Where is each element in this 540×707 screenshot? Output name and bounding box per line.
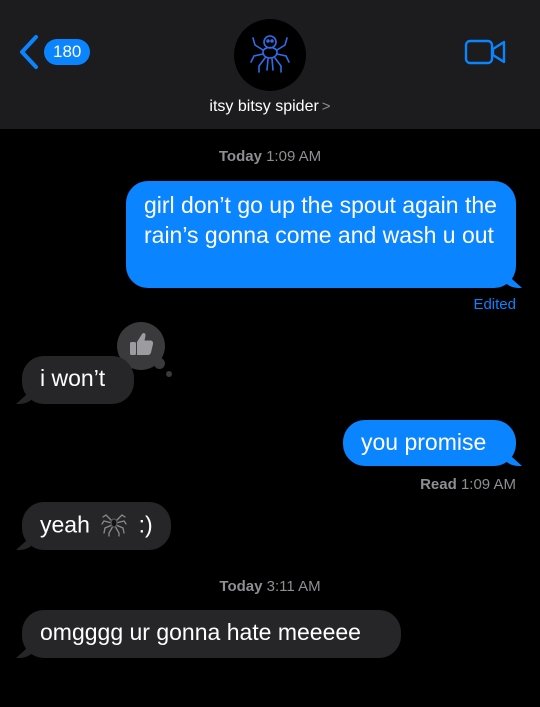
back-button[interactable]: 180 bbox=[18, 34, 91, 70]
message-text: yeah bbox=[40, 511, 90, 538]
contact-name: itsy bitsy spider bbox=[209, 98, 319, 115]
thumbs-up-icon bbox=[127, 330, 155, 363]
contact-name-button[interactable]: itsy bitsy spider > bbox=[0, 96, 540, 118]
timestamp: Today 1:09 AM bbox=[0, 148, 540, 165]
tapback-tail bbox=[154, 358, 165, 369]
incoming-message-bubble[interactable]: i won’t bbox=[22, 356, 134, 404]
incoming-message-bubble[interactable]: omgggg ur gonna hate meeeee bbox=[22, 610, 401, 658]
timestamp-time: 3:11 AM bbox=[266, 578, 321, 595]
tapback-tail-dot bbox=[166, 371, 172, 377]
spider-icon bbox=[245, 28, 295, 83]
read-receipt: Read 1:09 AM bbox=[420, 476, 516, 493]
message-text: girl don’t go up the spout again the rai… bbox=[144, 192, 497, 248]
incoming-message-bubble[interactable]: yeah :) bbox=[22, 502, 171, 550]
outgoing-message-bubble[interactable]: you promise bbox=[343, 420, 516, 466]
conversation-header: 180 itsy bitsy spider > bbox=[0, 0, 540, 129]
edited-link[interactable]: Edited bbox=[473, 296, 516, 313]
spider-emoji bbox=[100, 509, 128, 544]
video-camera-icon bbox=[464, 39, 506, 69]
video-call-button[interactable] bbox=[464, 39, 506, 70]
message-text: omgggg ur gonna hate meeeee bbox=[40, 619, 361, 645]
timestamp-time: 1:09 AM bbox=[266, 148, 322, 165]
read-label: Read bbox=[420, 476, 457, 493]
read-time: 1:09 AM bbox=[460, 476, 516, 493]
chevron-right-icon: > bbox=[321, 98, 331, 115]
timestamp-day: Today bbox=[218, 148, 262, 165]
unread-count-badge: 180 bbox=[44, 39, 91, 65]
timestamp: Today 3:11 AM bbox=[0, 578, 540, 595]
message-text: you promise bbox=[361, 429, 487, 455]
message-text: i won’t bbox=[40, 365, 106, 391]
contact-avatar[interactable] bbox=[234, 19, 306, 91]
outgoing-message-bubble[interactable]: girl don’t go up the spout again the rai… bbox=[126, 181, 516, 288]
chevron-left-icon bbox=[18, 34, 40, 70]
emoticon-text: :) bbox=[138, 511, 153, 538]
timestamp-day: Today bbox=[219, 578, 263, 595]
